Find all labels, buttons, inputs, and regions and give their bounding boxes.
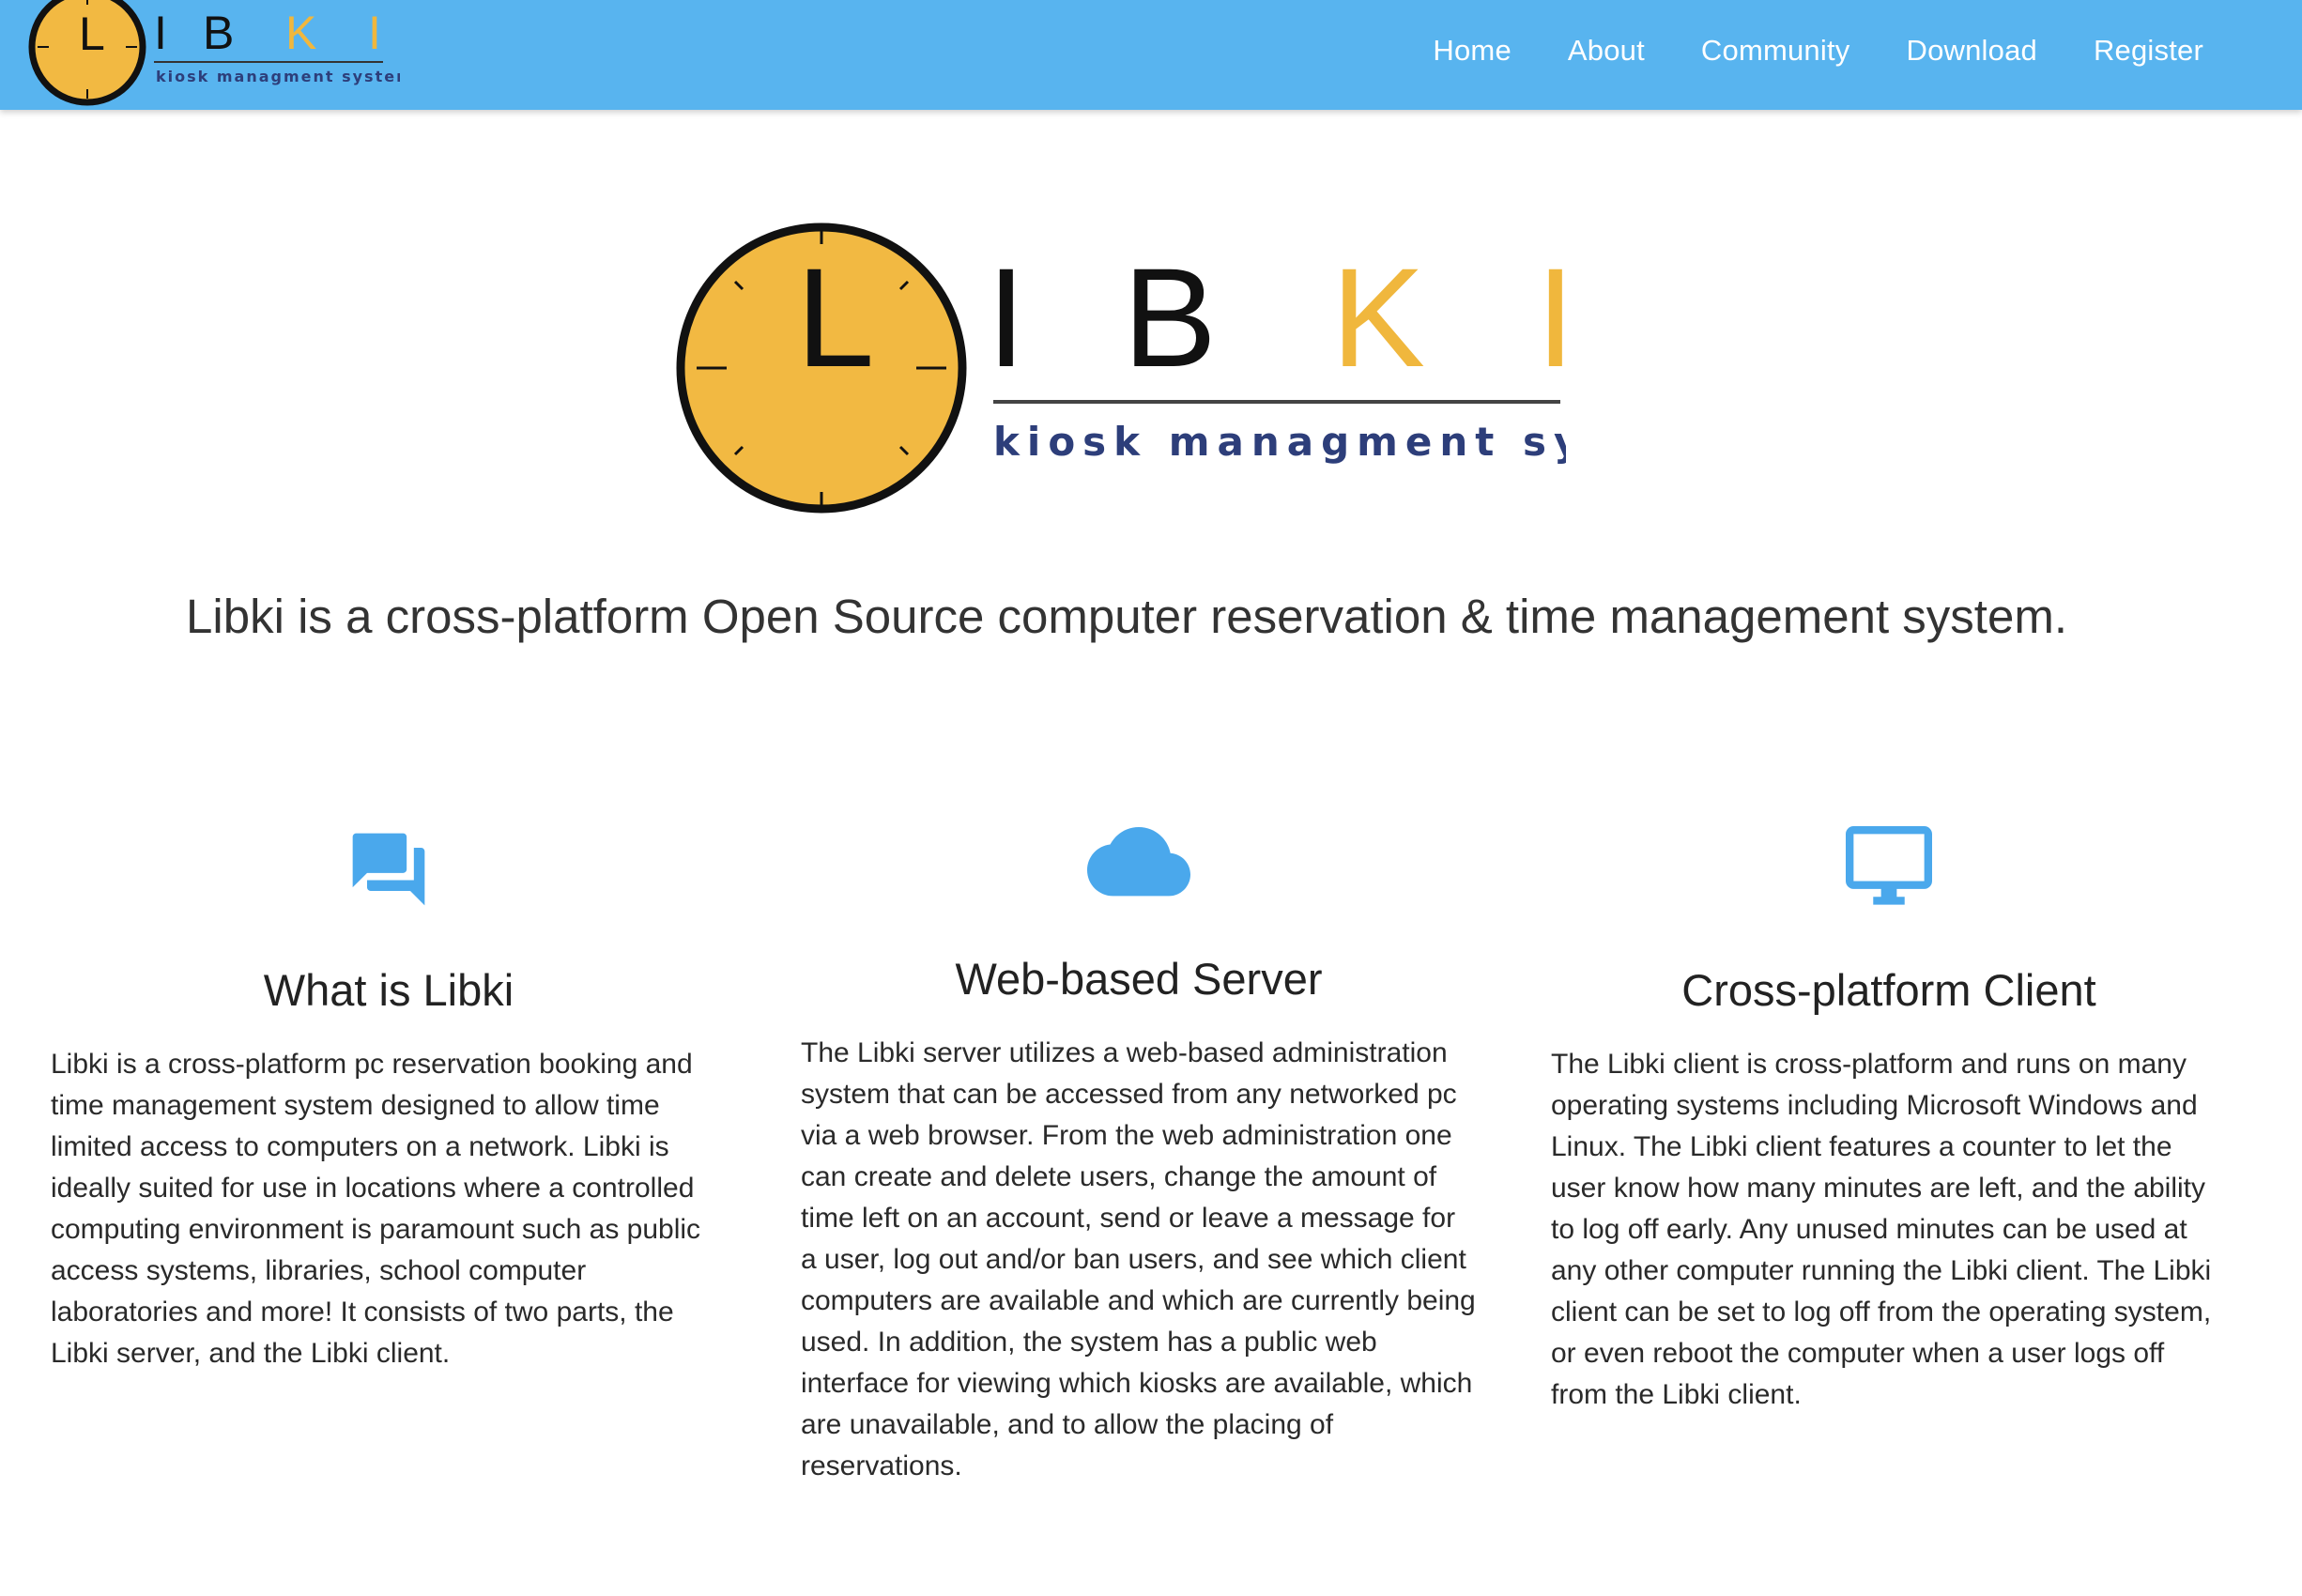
- navbar-logo[interactable]: L I B K I kiosk managment system: [24, 0, 400, 110]
- hero-letter-k: K: [1331, 238, 1425, 396]
- chat-bubbles-icon: [352, 833, 425, 906]
- hero-letter-l: L: [796, 238, 874, 396]
- main-nav: Home About Community Download Register: [1433, 0, 2203, 101]
- brand-letter-i: I: [154, 7, 167, 59]
- brand-letter-i2: I: [368, 7, 381, 59]
- feature-what-is-libki: What is Libki Libki is a cross-platform …: [51, 826, 727, 1374]
- hero-subtitle: kiosk managment system: [993, 419, 1566, 465]
- monitor-icon: [1846, 826, 1932, 905]
- hero-letter-i2: I: [1536, 238, 1566, 396]
- brand-subtitle: kiosk managment system: [156, 68, 400, 85]
- top-navbar: L I B K I kiosk managment system Home Ab…: [0, 0, 2302, 110]
- tagline: Libki is a cross-platform Open Source co…: [186, 590, 2067, 643]
- brand-letter-k: K: [285, 7, 316, 59]
- nav-register-link[interactable]: Register: [2094, 34, 2203, 68]
- feature-title: What is Libki: [263, 965, 514, 1015]
- cloud-icon: [1087, 827, 1190, 897]
- brand-letter-l: L: [79, 8, 105, 60]
- feature-body: The Libki server utilizes a web-based ad…: [801, 1037, 1476, 1481]
- hero-letter-i: I: [987, 238, 1026, 396]
- hero-letter-b: B: [1123, 238, 1217, 396]
- nav-download-link[interactable]: Download: [1906, 34, 2036, 68]
- feature-body: Libki is a cross-platform pc reservation…: [51, 1049, 701, 1369]
- feature-cross-platform-client: Cross-platform Client The Libki client i…: [1551, 826, 2227, 1416]
- feature-title: Cross-platform Client: [1681, 965, 2096, 1015]
- brand-letter-b: B: [203, 7, 234, 59]
- hero-logo: L I B K I kiosk managment system: [676, 223, 1566, 514]
- nav-home-link[interactable]: Home: [1433, 34, 1512, 68]
- nav-community-link[interactable]: Community: [1701, 34, 1850, 68]
- nav-about-link[interactable]: About: [1568, 34, 1645, 68]
- feature-title: Web-based Server: [955, 954, 1323, 1004]
- feature-web-based-server: Web-based Server The Libki server utiliz…: [801, 826, 1477, 1487]
- feature-body: The Libki client is cross-platform and r…: [1551, 1049, 2212, 1410]
